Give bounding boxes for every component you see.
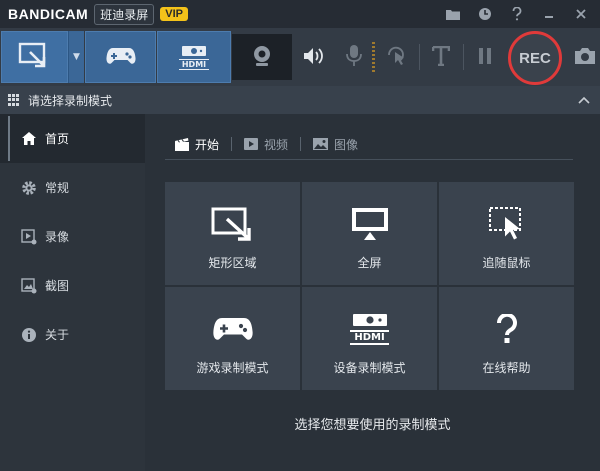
info-icon xyxy=(20,326,38,344)
device-mode-button[interactable]: HDMI xyxy=(157,31,231,83)
gamepad-icon xyxy=(203,309,263,349)
tab-image[interactable]: 图像 xyxy=(301,134,370,154)
text-icon xyxy=(431,45,451,69)
microphone-button[interactable] xyxy=(341,42,367,72)
mode-header-label: 请选择录制模式 xyxy=(28,93,113,108)
sidebar-item-label: 关于 xyxy=(45,328,70,342)
grid-icon xyxy=(8,94,20,106)
app-subtitle: 班迪录屏 xyxy=(94,3,155,25)
monitor-icon xyxy=(340,204,400,244)
record-label: REC xyxy=(519,49,551,67)
toolbar-divider xyxy=(463,44,464,70)
tile-rectangle-area[interactable]: 矩形区域 xyxy=(165,182,300,285)
mic-level-meter xyxy=(372,42,375,72)
tile-online-help[interactable]: 在线帮助 xyxy=(439,287,574,390)
help-icon[interactable] xyxy=(504,0,530,28)
screenshot-button[interactable] xyxy=(572,42,598,72)
tile-label: 矩形区域 xyxy=(208,256,257,270)
sidebar-item-label: 首页 xyxy=(45,132,70,146)
tile-label: 游戏录制模式 xyxy=(196,361,269,375)
question-icon xyxy=(477,309,537,349)
image-icon xyxy=(313,138,329,150)
tab-bar: 开始 视频 图像 xyxy=(165,134,573,160)
webcam-button[interactable] xyxy=(232,34,292,80)
screenshot-icon xyxy=(20,277,38,295)
rectangle-area-icon xyxy=(203,204,263,244)
clock-icon[interactable] xyxy=(472,0,498,28)
tile-game-mode[interactable]: 游戏录制模式 xyxy=(165,287,300,390)
tile-label: 在线帮助 xyxy=(482,361,531,375)
sidebar-item-general[interactable]: 常规 xyxy=(0,163,145,212)
play-icon xyxy=(244,138,259,150)
mode-hint-text: 选择您想要使用的录制模式 xyxy=(294,418,451,433)
microphone-icon xyxy=(344,44,364,71)
tile-device-mode[interactable]: HDMI 设备录制模式 xyxy=(302,287,437,390)
mode-tile-grid: 矩形区域 全屏 追随鼠标 游戏录制模式 HDMI 设备录制模式 在线帮助 xyxy=(165,182,574,390)
pause-icon xyxy=(477,47,493,68)
record-button[interactable]: REC xyxy=(508,31,562,85)
main-toolbar: ▼ HDMI REC xyxy=(0,28,600,86)
main-panel: 开始 视频 图像 矩形区域 全屏 追随鼠标 游戏录制模式 HDMI 设备录制模式… xyxy=(145,114,600,471)
tile-label: 全屏 xyxy=(357,256,382,270)
vip-badge[interactable]: VIP xyxy=(160,7,188,21)
webcam-icon xyxy=(252,45,272,70)
text-overlay-button[interactable] xyxy=(428,42,454,72)
camera-icon xyxy=(573,46,597,69)
chevron-down-icon: ▼ xyxy=(73,52,80,62)
tab-label: 图像 xyxy=(334,137,359,152)
tab-label: 开始 xyxy=(195,137,220,152)
hdmi-label: HDMI xyxy=(178,58,210,70)
sidebar-item-home[interactable]: 首页 xyxy=(0,114,145,163)
sidebar-item-label: 截图 xyxy=(45,279,70,293)
hdmi-icon: HDMI xyxy=(340,309,400,349)
rectangle-area-icon xyxy=(18,42,52,73)
title-bar: BANDICAM 班迪录屏 VIP xyxy=(0,0,600,28)
toolbar-divider xyxy=(419,44,420,70)
app-logo: BANDICAM xyxy=(8,6,89,22)
chevron-up-icon[interactable] xyxy=(578,93,590,107)
mode-header: 请选择录制模式 xyxy=(0,86,600,114)
tile-follow-mouse[interactable]: 追随鼠标 xyxy=(439,182,574,285)
close-icon[interactable] xyxy=(568,0,594,28)
tile-label: 设备录制模式 xyxy=(333,361,406,375)
follow-mouse-icon xyxy=(477,204,537,244)
gear-icon xyxy=(20,179,38,197)
sidebar: 首页 常规 录像 截图 关于 xyxy=(0,114,145,471)
tile-fullscreen[interactable]: 全屏 xyxy=(302,182,437,285)
sidebar-item-video[interactable]: 录像 xyxy=(0,212,145,261)
pause-button[interactable] xyxy=(472,42,498,72)
tab-label: 视频 xyxy=(264,137,289,152)
hdmi-label: HDMI xyxy=(350,330,389,345)
speaker-button[interactable] xyxy=(301,42,327,72)
clapper-icon xyxy=(175,137,189,151)
tab-video[interactable]: 视频 xyxy=(232,134,300,154)
minimize-icon[interactable] xyxy=(536,0,562,28)
hdmi-icon: HDMI xyxy=(178,45,210,70)
gamepad-icon xyxy=(105,45,136,70)
cursor-click-icon xyxy=(386,45,408,70)
speaker-icon xyxy=(302,46,326,69)
cursor-effect-button[interactable] xyxy=(384,42,410,72)
rectangle-mode-button[interactable] xyxy=(1,31,68,83)
sidebar-item-screenshot[interactable]: 截图 xyxy=(0,261,145,310)
sidebar-item-label: 常规 xyxy=(45,181,70,195)
home-icon xyxy=(20,130,38,148)
tab-start[interactable]: 开始 xyxy=(165,134,231,154)
game-mode-button[interactable] xyxy=(85,31,156,83)
sidebar-item-about[interactable]: 关于 xyxy=(0,310,145,359)
folder-icon[interactable] xyxy=(440,0,466,28)
mode-dropdown-button[interactable]: ▼ xyxy=(68,31,84,83)
tile-label: 追随鼠标 xyxy=(482,256,531,270)
video-icon xyxy=(20,228,38,246)
sidebar-item-label: 录像 xyxy=(45,230,70,244)
